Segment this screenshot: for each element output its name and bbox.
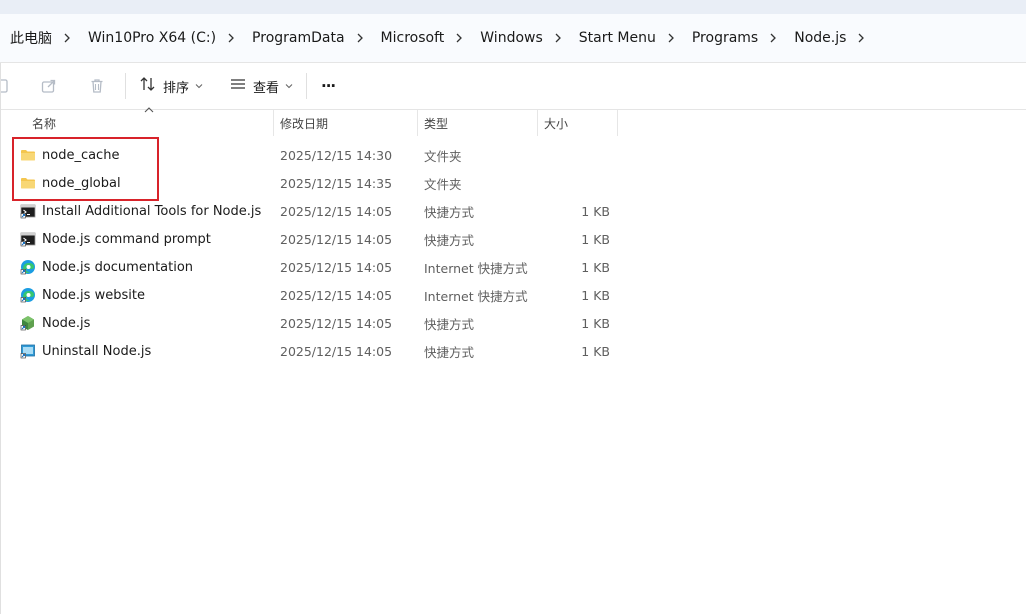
column-header-size[interactable]: 大小 — [538, 110, 616, 136]
file-name: Install Additional Tools for Node.js — [42, 203, 262, 219]
view-label: 查看 — [253, 80, 280, 96]
more-options-button[interactable]: ··· — [321, 74, 336, 98]
file-size — [540, 141, 610, 169]
breadcrumb-item-nodejs[interactable]: Node.js — [784, 30, 850, 46]
column-header-name[interactable]: 名称 — [26, 110, 272, 136]
file-date: 2025/12/15 14:30 — [280, 147, 393, 163]
toolbar-divider — [306, 73, 307, 99]
breadcrumb-item-drive-c[interactable]: Win10Pro X64 (C:) — [78, 30, 220, 46]
file-date: 2025/12/15 14:05 — [280, 231, 393, 247]
file-name: Uninstall Node.js — [42, 343, 152, 359]
chevron-right-icon[interactable] — [547, 33, 569, 43]
chevron-right-icon[interactable] — [762, 33, 784, 43]
file-date: 2025/12/15 14:05 — [280, 315, 393, 331]
file-name: Node.js — [42, 315, 91, 331]
folder-icon — [20, 147, 36, 163]
column-header-type[interactable]: 类型 — [418, 110, 536, 136]
breadcrumb-item-programs[interactable]: Programs — [682, 30, 762, 46]
file-date: 2025/12/15 14:35 — [280, 175, 393, 191]
chevron-right-icon[interactable] — [850, 33, 872, 43]
file-name: Node.js website — [42, 287, 145, 303]
file-date: 2025/12/15 14:05 — [280, 259, 393, 275]
file-name: Node.js documentation — [42, 259, 194, 275]
file-type: 文件夹 — [424, 148, 462, 164]
breadcrumb-item-this-pc[interactable]: 此电脑 — [0, 28, 56, 48]
column-header-date[interactable]: 修改日期 — [274, 110, 416, 136]
sort-button[interactable]: 排序 — [139, 74, 203, 98]
file-size — [540, 169, 610, 197]
file-type: 快捷方式 — [424, 344, 475, 360]
chevron-right-icon[interactable] — [349, 33, 371, 43]
uninstall-icon — [20, 343, 36, 359]
file-size: 1 KB — [581, 287, 610, 303]
delete-icon[interactable] — [86, 75, 108, 97]
command-toolbar: 排序 查看 ··· — [0, 63, 1026, 110]
file-date: 2025/12/15 14:05 — [280, 343, 393, 359]
terminal-shortcut-icon — [20, 203, 36, 219]
toolbar-divider — [125, 73, 126, 99]
view-button[interactable]: 查看 — [229, 74, 293, 98]
terminal-shortcut-icon — [20, 231, 36, 247]
file-row[interactable]: Node.js 2025/12/15 14:05 快捷方式 1 KB — [0, 309, 620, 337]
file-row[interactable]: Install Additional Tools for Node.js 202… — [0, 197, 620, 225]
share-icon[interactable] — [38, 75, 60, 97]
file-date: 2025/12/15 14:05 — [280, 287, 393, 303]
file-size: 1 KB — [581, 231, 610, 247]
file-row[interactable]: node_global 2025/12/15 14:35 文件夹 — [0, 169, 620, 197]
column-divider[interactable] — [617, 110, 618, 136]
breadcrumb-item-microsoft[interactable]: Microsoft — [371, 30, 449, 46]
folder-icon — [20, 175, 36, 191]
file-type: Internet 快捷方式 — [424, 260, 528, 276]
chevron-right-icon[interactable] — [660, 33, 682, 43]
file-size: 1 KB — [581, 203, 610, 219]
file-name: node_cache — [42, 147, 120, 163]
file-type: 文件夹 — [424, 176, 462, 192]
window-left-edge — [0, 63, 1, 614]
file-type: 快捷方式 — [424, 232, 475, 248]
file-type: 快捷方式 — [424, 204, 475, 220]
breadcrumb-item-programdata[interactable]: ProgramData — [242, 30, 349, 46]
file-type: 快捷方式 — [424, 316, 475, 332]
file-size: 1 KB — [581, 315, 610, 331]
sort-icon — [139, 76, 157, 96]
file-type: Internet 快捷方式 — [424, 288, 528, 304]
edge-browser-icon — [20, 287, 36, 303]
file-date: 2025/12/15 14:05 — [280, 203, 393, 219]
file-size: 1 KB — [581, 343, 610, 359]
file-name: node_global — [42, 175, 121, 191]
address-breadcrumb[interactable]: 此电脑 Win10Pro X64 (C:) ProgramData Micros… — [0, 14, 1026, 63]
chevron-down-icon — [285, 79, 293, 94]
file-row[interactable]: Node.js documentation 2025/12/15 14:05 I… — [0, 253, 620, 281]
chevron-down-icon — [195, 79, 203, 94]
file-row[interactable]: Node.js website 2025/12/15 14:05 Interne… — [0, 281, 620, 309]
file-row[interactable]: Uninstall Node.js 2025/12/15 14:05 快捷方式 … — [0, 337, 620, 365]
column-header-row: 名称 修改日期 类型 大小 — [0, 110, 1026, 136]
view-list-icon — [229, 77, 247, 95]
breadcrumb-item-windows[interactable]: Windows — [470, 30, 547, 46]
chevron-right-icon[interactable] — [56, 33, 78, 43]
file-size: 1 KB — [581, 259, 610, 275]
sort-label: 排序 — [163, 80, 190, 96]
copy-icon[interactable] — [0, 75, 14, 97]
breadcrumb-item-start-menu[interactable]: Start Menu — [569, 30, 660, 46]
chevron-right-icon[interactable] — [220, 33, 242, 43]
file-row[interactable]: node_cache 2025/12/15 14:30 文件夹 — [0, 141, 620, 169]
file-name: Node.js command prompt — [42, 231, 211, 247]
window-top-strip — [0, 0, 1026, 14]
nodejs-hexagon-icon — [20, 315, 36, 331]
edge-browser-icon — [20, 259, 36, 275]
chevron-right-icon[interactable] — [448, 33, 470, 43]
file-row[interactable]: Node.js command prompt 2025/12/15 14:05 … — [0, 225, 620, 253]
